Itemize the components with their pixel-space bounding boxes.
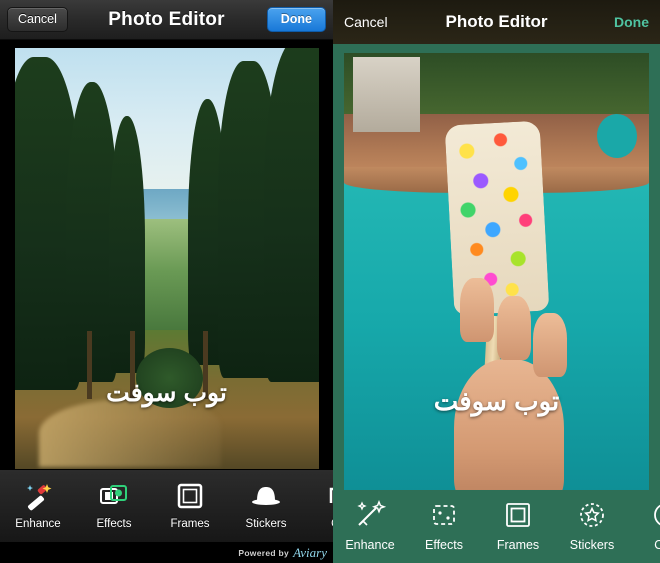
tool-label: Stickers — [569, 538, 615, 552]
photo-canvas[interactable]: توب سوفت — [344, 53, 649, 491]
tool-label: Effects — [96, 518, 132, 530]
left-phone-screen: Cancel Photo Editor Done توب سوفت Enhanc… — [0, 0, 333, 563]
tool-label: Frames — [496, 538, 540, 552]
frames-icon — [503, 498, 533, 532]
photo-path — [38, 398, 222, 468]
photo-finger — [496, 295, 531, 360]
tool-effects[interactable]: Effects — [76, 470, 152, 530]
page-title: Photo Editor — [445, 12, 548, 31]
photo-hand — [453, 358, 564, 491]
photo-watermark-text: توب سوفت — [106, 378, 227, 407]
tool-stickers[interactable]: Stickers — [555, 490, 629, 552]
effects-icon — [429, 498, 459, 532]
photo-popsicle — [444, 120, 549, 316]
cancel-button[interactable]: Cancel — [344, 14, 388, 30]
orientation-icon — [651, 498, 660, 532]
photo-house — [353, 57, 421, 132]
tool-label: Orie — [654, 538, 660, 552]
aviary-logo: Aviary — [293, 544, 327, 560]
tool-stickers[interactable]: Stickers — [228, 470, 304, 530]
tool-enhance[interactable]: Enhance — [0, 470, 76, 530]
photo-tree — [263, 48, 319, 382]
tool-orientation[interactable]: Orie — [629, 490, 660, 552]
photo-finger — [459, 278, 494, 343]
photo-canvas[interactable]: توب سوفت — [14, 48, 319, 476]
right-navigation-bar: Cancel Photo Editor Done — [333, 0, 660, 44]
tool-label: Frames — [170, 518, 210, 530]
tool-orientation[interactable]: Orie — [304, 470, 333, 530]
photo-tree-trunk — [87, 330, 93, 399]
stickers-icon — [577, 498, 607, 532]
effects-icon — [99, 479, 129, 513]
tool-enhance[interactable]: Enhance — [333, 490, 407, 552]
left-editor-toolbar[interactable]: Enhance Effects Frames Stickers — [0, 469, 333, 542]
tool-frames[interactable]: Frames — [152, 470, 228, 530]
dual-screenshot-comparison: Cancel Photo Editor Done توب سوفت Enhanc… — [0, 0, 660, 563]
photo-tree — [108, 116, 146, 374]
photo-watermark-text: توب سوفت — [433, 385, 560, 416]
left-footer-branding: Powered by Aviary — [0, 542, 333, 563]
right-editor-toolbar[interactable]: Enhance Effects Frames Stickers O — [333, 490, 660, 563]
cancel-button[interactable]: Cancel — [7, 7, 68, 32]
magic-wand-icon — [23, 479, 53, 513]
tool-effects[interactable]: Effects — [407, 490, 481, 552]
tool-label: Effects — [425, 538, 463, 552]
right-phone-screen: Cancel Photo Editor Done توب سوفت Enhanc… — [333, 0, 660, 563]
tool-label: Stickers — [245, 518, 287, 530]
frames-icon — [175, 479, 205, 513]
done-button[interactable]: Done — [614, 14, 649, 30]
tool-label: Enhance — [15, 518, 61, 530]
powered-by-label: Powered by — [238, 547, 290, 558]
stickers-icon — [250, 479, 282, 513]
magic-wand-icon — [354, 498, 386, 532]
done-button[interactable]: Done — [266, 7, 326, 32]
tool-frames[interactable]: Frames — [481, 490, 555, 552]
left-navigation-bar: Cancel Photo Editor Done — [0, 0, 333, 40]
photo-finger — [533, 313, 568, 378]
tool-label: Enhance — [345, 538, 395, 552]
page-title: Photo Editor — [108, 8, 225, 30]
